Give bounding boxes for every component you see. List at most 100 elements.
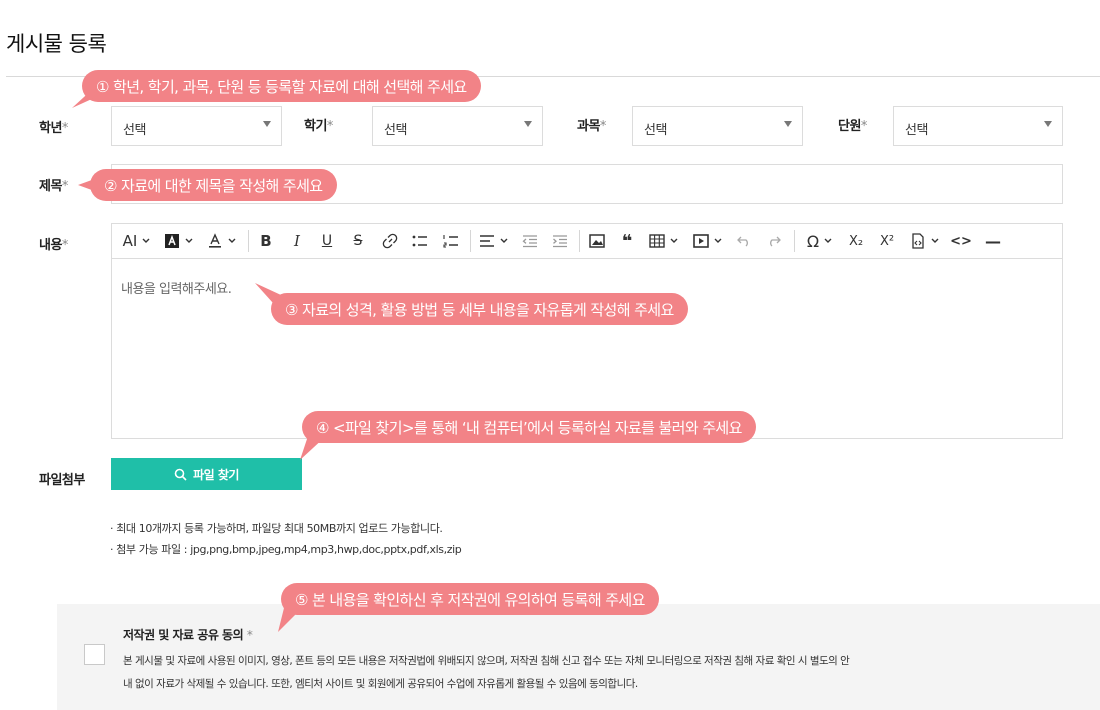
strikethrough-button[interactable]: S bbox=[348, 230, 368, 252]
align-button[interactable] bbox=[476, 230, 512, 252]
subject-select[interactable]: 선택 bbox=[632, 106, 803, 146]
grade-select[interactable]: 선택 bbox=[111, 106, 282, 146]
editor-toolbar: AI B I U S ❝ Ω X₂ X² <> — bbox=[112, 224, 1062, 259]
toolbar-divider bbox=[579, 230, 580, 252]
image-icon bbox=[589, 234, 605, 248]
blockquote-button[interactable]: ❝ bbox=[616, 230, 638, 252]
callout-agreement-guide: ⑤ 본 내용을 확인하신 후 저작권에 유의하여 등록해 주세요 bbox=[281, 583, 659, 615]
document-code-icon bbox=[912, 233, 924, 249]
callout-pointer bbox=[300, 436, 326, 460]
insert-media-button[interactable] bbox=[690, 230, 726, 252]
toolbar-divider bbox=[470, 230, 471, 252]
special-character-button[interactable]: Ω bbox=[802, 230, 838, 252]
toolbar-divider bbox=[794, 230, 795, 252]
bulleted-list-icon bbox=[412, 235, 427, 247]
required-mark: * bbox=[599, 119, 607, 134]
callout-select-guide: ① 학년, 학기, 과목, 단원 등 등록할 자료에 대해 선택해 주세요 bbox=[82, 70, 481, 102]
callout-pointer bbox=[278, 608, 302, 632]
unit-label: 단원* bbox=[838, 115, 867, 134]
required-mark: * bbox=[860, 119, 868, 134]
agreement-checkbox[interactable] bbox=[84, 644, 105, 665]
chevron-down-icon bbox=[931, 238, 939, 243]
chevron-down-icon bbox=[670, 238, 678, 243]
allowed-file-types-note: · 첨부 가능 파일 : jpg,png,bmp,jpeg,mp4,mp3,hw… bbox=[110, 543, 462, 556]
underline-button[interactable]: U bbox=[317, 230, 337, 252]
upload-limit-note: · 최대 10개까지 등록 가능하며, 파일당 최대 50MB까지 업로드 가능… bbox=[110, 522, 443, 535]
insert-table-button[interactable] bbox=[646, 230, 682, 252]
source-code-button[interactable]: <> bbox=[950, 230, 972, 252]
required-mark: * bbox=[326, 119, 334, 134]
font-size-label: AI bbox=[122, 232, 138, 250]
content-label: 내용* bbox=[39, 234, 68, 253]
chevron-down-icon bbox=[784, 121, 792, 127]
source-template-button[interactable] bbox=[907, 230, 943, 252]
agreement-title: 저작권 및 자료 공유 동의 * bbox=[123, 626, 253, 643]
callout-pointer bbox=[72, 86, 96, 108]
horizontal-line-button[interactable]: — bbox=[982, 230, 1004, 252]
content-editor: AI B I U S ❝ Ω X₂ X² <> — 내용을 입력해주세요. bbox=[111, 223, 1063, 439]
title-label-text: 제목 bbox=[39, 179, 62, 194]
agreement-text-line: 본 게시물 및 자료에 사용된 이미지, 영상, 폰트 등의 모든 내용은 저작… bbox=[123, 655, 850, 667]
subscript-button[interactable]: X₂ bbox=[845, 230, 867, 252]
required-mark: * bbox=[61, 238, 69, 253]
undo-icon bbox=[737, 236, 748, 247]
outdent-button[interactable] bbox=[519, 230, 541, 252]
required-mark: * bbox=[246, 628, 253, 642]
highlight-icon bbox=[165, 234, 179, 248]
omega-icon: Ω bbox=[806, 231, 820, 251]
insert-image-button[interactable] bbox=[586, 230, 608, 252]
semester-select-value: 선택 bbox=[384, 123, 407, 138]
font-color-icon bbox=[209, 233, 221, 248]
agreement-title-text: 저작권 및 자료 공유 동의 bbox=[123, 628, 244, 642]
unit-label-text: 단원 bbox=[838, 119, 861, 134]
chevron-down-icon bbox=[142, 238, 150, 243]
callout-title-guide: ② 자료에 대한 제목을 작성해 주세요 bbox=[90, 169, 337, 201]
italic-button[interactable]: I bbox=[287, 230, 307, 252]
indent-icon bbox=[553, 235, 567, 248]
indent-button[interactable] bbox=[549, 230, 571, 252]
media-icon bbox=[693, 234, 709, 248]
required-mark: * bbox=[61, 121, 69, 136]
font-color-button[interactable] bbox=[205, 230, 239, 252]
semester-label-text: 학기 bbox=[304, 119, 327, 134]
align-left-icon bbox=[480, 235, 494, 247]
chevron-down-icon bbox=[524, 121, 532, 127]
grade-label-text: 학년 bbox=[39, 121, 62, 136]
highlight-color-button[interactable] bbox=[162, 230, 196, 252]
copyright-agreement-box: 저작권 및 자료 공유 동의 * 본 게시물 및 자료에 사용된 이미지, 영상… bbox=[57, 604, 1100, 710]
numbered-list-icon bbox=[443, 235, 458, 248]
subject-label-text: 과목 bbox=[577, 119, 600, 134]
font-size-button[interactable]: AI bbox=[118, 230, 156, 252]
semester-select[interactable]: 선택 bbox=[372, 106, 543, 146]
outdent-icon bbox=[522, 235, 537, 248]
callout-content-guide: ③ 자료의 성격, 활용 방법 등 세부 내용을 자유롭게 작성해 주세요 bbox=[271, 293, 688, 325]
required-mark: * bbox=[61, 179, 69, 194]
subject-select-value: 선택 bbox=[644, 123, 667, 138]
callout-pointer bbox=[255, 283, 281, 303]
chevron-down-icon bbox=[500, 238, 508, 243]
file-search-button-label: 파일 찾기 bbox=[193, 467, 239, 482]
attach-label: 파일첨부 bbox=[39, 473, 85, 488]
agreement-text-line: 내 없이 자료가 삭제될 수 있습니다. 또한, 엠티처 사이트 및 회원에게 … bbox=[123, 678, 638, 690]
table-icon bbox=[649, 234, 665, 248]
numbered-list-button[interactable] bbox=[440, 230, 462, 252]
unit-select[interactable]: 선택 bbox=[893, 106, 1063, 146]
undo-button[interactable] bbox=[733, 230, 755, 252]
title-label: 제목* bbox=[39, 175, 68, 194]
link-icon bbox=[382, 233, 398, 249]
redo-button[interactable] bbox=[763, 230, 785, 252]
link-button[interactable] bbox=[380, 230, 400, 252]
chevron-down-icon bbox=[824, 238, 832, 243]
bulleted-list-button[interactable] bbox=[409, 230, 431, 252]
chevron-down-icon bbox=[263, 121, 271, 127]
content-placeholder: 내용을 입력해주세요. bbox=[121, 282, 232, 297]
grade-label: 학년* bbox=[39, 117, 68, 136]
grade-select-value: 선택 bbox=[123, 123, 146, 138]
file-search-button[interactable]: 파일 찾기 bbox=[111, 458, 302, 490]
toolbar-divider bbox=[248, 230, 249, 252]
redo-icon bbox=[770, 236, 781, 247]
superscript-button[interactable]: X² bbox=[876, 230, 898, 252]
chevron-down-icon bbox=[185, 238, 193, 243]
content-label-text: 내용 bbox=[39, 238, 62, 253]
bold-button[interactable]: B bbox=[256, 230, 276, 252]
